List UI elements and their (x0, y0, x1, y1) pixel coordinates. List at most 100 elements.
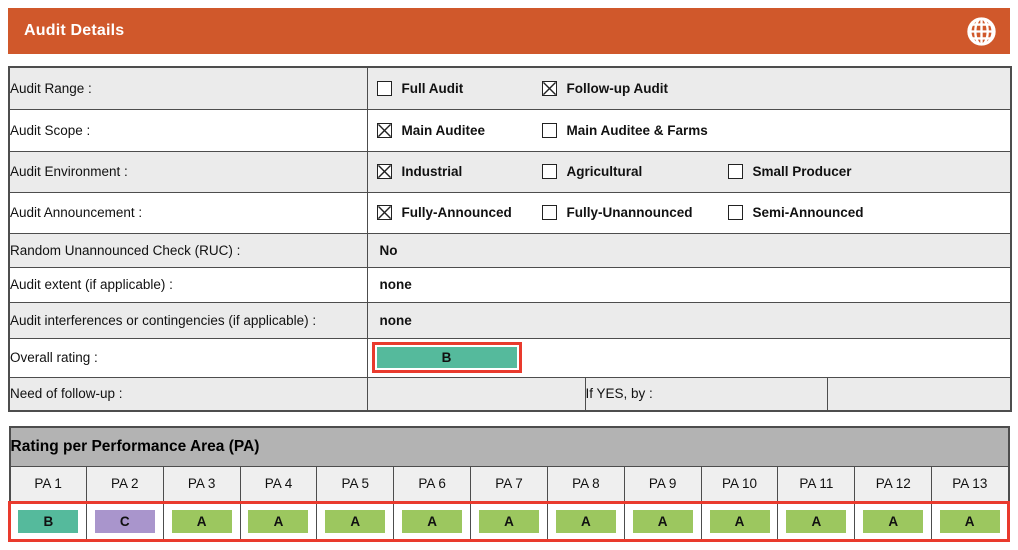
checkbox-unchecked-icon[interactable] (377, 81, 392, 96)
pa-rating-badge: A (172, 510, 232, 533)
checkbox-label: Main Auditee (402, 123, 486, 138)
checkbox-option: Main Auditee (377, 123, 542, 138)
checkbox-label: Small Producer (753, 164, 852, 179)
checkbox-unchecked-icon[interactable] (542, 123, 557, 138)
audit-details-table: Audit Range : Full AuditFollow-up Audit … (8, 66, 1012, 412)
pa-column-header: PA 3 (163, 466, 240, 502)
pa-rating-cell: A (394, 502, 471, 540)
checkbox-unchecked-icon[interactable] (728, 205, 743, 220)
checkbox-label: Agricultural (567, 164, 643, 179)
pa-column-header: PA 7 (471, 466, 548, 502)
pa-column-header: PA 9 (624, 466, 701, 502)
row-value: No (368, 243, 1011, 258)
follow-up-value-cell (367, 377, 585, 411)
pa-column-header: PA 5 (317, 466, 394, 502)
pa-columns-row: PA 1PA 2PA 3PA 4PA 5PA 6PA 7PA 8PA 9PA 1… (10, 466, 1009, 502)
checkbox-group: Industrial Agricultural Small Producer (368, 164, 1011, 179)
pa-rating-cell: A (624, 502, 701, 540)
globe-icon[interactable] (964, 14, 998, 48)
pa-column-header: PA 4 (240, 466, 317, 502)
checkbox-checked-icon[interactable] (377, 164, 392, 179)
pa-rating-cell: A (778, 502, 855, 540)
row-audit-environment: Audit Environment : Industrial Agricultur… (9, 151, 1011, 192)
checkbox-option: Agricultural (542, 164, 728, 179)
checkbox-option: Full Audit (377, 81, 542, 96)
row-label: Audit Scope : (9, 109, 367, 151)
checkbox-checked-icon[interactable] (377, 123, 392, 138)
row-label: Audit Range : (9, 67, 367, 109)
pa-rating-badge: A (479, 510, 539, 533)
row-label: Audit extent (if applicable) : (9, 267, 367, 302)
row-label: Need of follow-up : (9, 377, 367, 411)
pa-column-header: PA 13 (932, 466, 1009, 502)
pa-rating-cell: A (855, 502, 932, 540)
pa-rating-badge: A (863, 510, 923, 533)
row-audit-scope: Audit Scope : Main Auditee Main Auditee &… (9, 109, 1011, 151)
checkbox-label: Semi-Announced (753, 205, 864, 220)
row-label: Audit Announcement : (9, 192, 367, 233)
checkbox-label: Full Audit (402, 81, 464, 96)
checkbox-checked-icon[interactable] (542, 81, 557, 96)
row-audit-extent: Audit extent (if applicable) : none (9, 267, 1011, 302)
checkbox-option: Follow-up Audit (542, 81, 728, 96)
overall-rating-highlight-box: B (372, 342, 522, 373)
pa-rating-badge: A (248, 510, 308, 533)
checkbox-group: Main Auditee Main Auditee & Farms (368, 123, 1011, 138)
pa-rating-cell: A (317, 502, 394, 540)
checkbox-option: Semi-Announced (728, 205, 864, 220)
pa-rating-cell: A (932, 502, 1009, 540)
pa-rating-cell: A (471, 502, 548, 540)
pa-rating-cell: A (163, 502, 240, 540)
pa-rating-badge: C (95, 510, 155, 533)
pa-rating-badge: A (940, 510, 1000, 533)
pa-rating-badge: A (325, 510, 385, 533)
overall-rating-badge: B (377, 347, 517, 368)
pa-rating-cell: A (547, 502, 624, 540)
pa-column-header: PA 2 (86, 466, 163, 502)
pa-rating-cell: B (10, 502, 87, 540)
checkbox-label: Industrial (402, 164, 463, 179)
row-label: Audit interferences or contingencies (if… (9, 302, 367, 338)
pa-rating-badge: A (633, 510, 693, 533)
checkbox-unchecked-icon[interactable] (542, 164, 557, 179)
row-audit-interferences: Audit interferences or contingencies (if… (9, 302, 1011, 338)
pa-rating-badge: A (710, 510, 770, 533)
row-label: Random Unannounced Check (RUC) : (9, 233, 367, 267)
checkbox-option: Main Auditee & Farms (542, 123, 728, 138)
pa-column-header: PA 11 (778, 466, 855, 502)
checkbox-option: Industrial (377, 164, 542, 179)
checkbox-unchecked-icon[interactable] (728, 164, 743, 179)
row-overall-rating: Overall rating : B (9, 338, 1011, 377)
pa-column-header: PA 8 (547, 466, 624, 502)
if-yes-by-value-cell (827, 377, 1011, 411)
checkbox-option: Fully-Announced (377, 205, 542, 220)
row-audit-announcement: Audit Announcement : Fully-AnnouncedFull… (9, 192, 1011, 233)
checkbox-label: Main Auditee & Farms (567, 123, 708, 138)
checkbox-option: Small Producer (728, 164, 852, 179)
row-need-of-follow-up: Need of follow-up : If YES, by : (9, 377, 1011, 411)
row-audit-range: Audit Range : Full Audit Follow-up Audit (9, 67, 1011, 109)
row-value: none (368, 277, 1011, 292)
row-ruc: Random Unannounced Check (RUC) : No (9, 233, 1011, 267)
pa-section-title: Rating per Performance Area (PA) (10, 427, 1009, 466)
pa-rating-badge: A (786, 510, 846, 533)
pa-column-header: PA 1 (10, 466, 87, 502)
checkbox-label: Follow-up Audit (567, 81, 668, 96)
checkbox-checked-icon[interactable] (377, 205, 392, 220)
checkbox-label: Fully-Unannounced (567, 205, 693, 220)
pa-column-header: PA 10 (701, 466, 778, 502)
checkbox-group: Full Audit Follow-up Audit (368, 81, 1011, 96)
checkbox-unchecked-icon[interactable] (542, 205, 557, 220)
pa-rating-cell: C (86, 502, 163, 540)
pa-column-header: PA 6 (394, 466, 471, 502)
row-value: none (368, 313, 1011, 328)
pa-rating-badge: B (18, 510, 78, 533)
page: Audit Details (0, 0, 1018, 550)
checkbox-option: Fully-Unannounced (542, 205, 728, 220)
pa-rating-table: Rating per Performance Area (PA) PA 1PA … (8, 426, 1010, 542)
pa-title-row: Rating per Performance Area (PA) (10, 427, 1009, 466)
pa-rating-badge: A (402, 510, 462, 533)
header-bar: Audit Details (8, 8, 1010, 54)
row-label: Audit Environment : (9, 151, 367, 192)
checkbox-group: Fully-Announced Fully-Unannounced Semi-Ann… (368, 205, 1011, 220)
